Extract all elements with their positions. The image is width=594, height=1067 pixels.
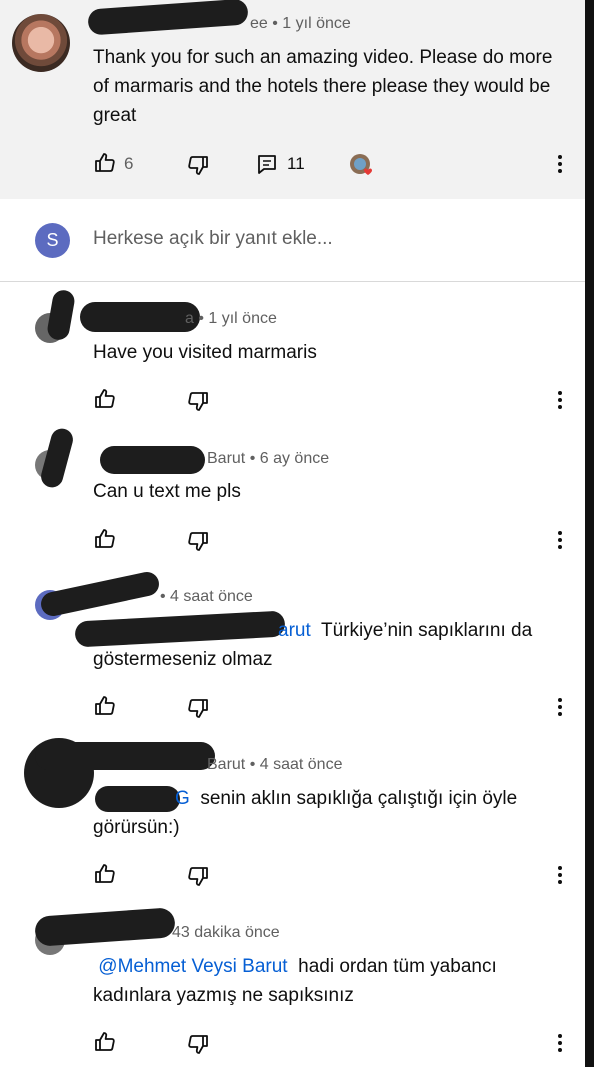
- like-icon[interactable]: [93, 694, 117, 718]
- reply-comment-icon[interactable]: [255, 152, 279, 176]
- mention-link[interactable]: G: [175, 788, 190, 809]
- dislike-icon[interactable]: [186, 529, 210, 553]
- dislike-icon[interactable]: [186, 389, 210, 413]
- more-options-icon[interactable]: [548, 388, 572, 412]
- mention-link[interactable]: arut: [278, 620, 311, 641]
- reply-body: Türkiye’nin sapıklarını da göstermeseniz…: [93, 620, 533, 670]
- redaction-mark: [34, 907, 176, 947]
- redaction-mark: [100, 446, 205, 474]
- reply-text: arut Türkiye’nin sapıklarını da gösterme…: [93, 616, 563, 674]
- more-options-icon[interactable]: [548, 528, 572, 552]
- dislike-icon[interactable]: [186, 153, 210, 177]
- reply-input[interactable]: Herkese açık bir yanıt ekle...: [93, 228, 333, 250]
- like-icon[interactable]: [93, 527, 117, 551]
- more-options-icon[interactable]: [548, 1031, 572, 1055]
- comment-time: • 1 yıl önce: [272, 15, 351, 32]
- reply-count: 11: [287, 154, 305, 173]
- reply-meta: 43 dakika önce: [172, 924, 280, 941]
- creator-heart-icon: [350, 154, 372, 175]
- reply-meta: • 4 saat önce: [160, 588, 253, 605]
- more-options-icon[interactable]: [548, 152, 572, 176]
- dislike-icon[interactable]: [186, 696, 210, 720]
- dislike-icon[interactable]: [186, 1032, 210, 1056]
- mention-link[interactable]: @Mehmet Veysi Barut: [98, 956, 287, 977]
- redaction-mark: [45, 288, 77, 342]
- user-avatar: S: [35, 223, 70, 258]
- like-icon[interactable]: [93, 1030, 117, 1054]
- more-options-icon[interactable]: [548, 695, 572, 719]
- reply-text: @Mehmet Veysi Barut hadi ordan tüm yaban…: [93, 952, 553, 1010]
- screen-edge-bar: [585, 0, 594, 1067]
- reply-meta: Barut • 6 ay önce: [207, 450, 330, 467]
- reply-text: Can u text me pls: [93, 481, 241, 502]
- like-icon[interactable]: [93, 151, 117, 175]
- redaction-mark: [35, 742, 215, 770]
- reply-meta: Barut • 4 saat önce: [207, 756, 343, 773]
- redaction-mark: [38, 569, 162, 619]
- like-icon[interactable]: [93, 387, 117, 411]
- comment-meta: ee • 1 yıl önce: [250, 15, 351, 33]
- redaction-mark: [80, 302, 200, 332]
- reply-body: senin aklın sapıklığa çalıştığı için öyl…: [93, 788, 518, 838]
- commenter-avatar[interactable]: [12, 14, 70, 72]
- like-icon[interactable]: [93, 862, 117, 886]
- more-options-icon[interactable]: [548, 863, 572, 887]
- like-count: 6: [124, 154, 134, 173]
- comment-text: Thank you for such an amazing video. Ple…: [93, 47, 553, 126]
- reply-text: Have you visited marmaris: [93, 342, 317, 363]
- dislike-icon[interactable]: [186, 864, 210, 888]
- reply-text: G senin aklın sapıklığa çalıştığı için ö…: [93, 784, 553, 842]
- author-name-partial[interactable]: ee: [250, 15, 268, 32]
- reply-meta: a • 1 yıl önce: [185, 310, 277, 327]
